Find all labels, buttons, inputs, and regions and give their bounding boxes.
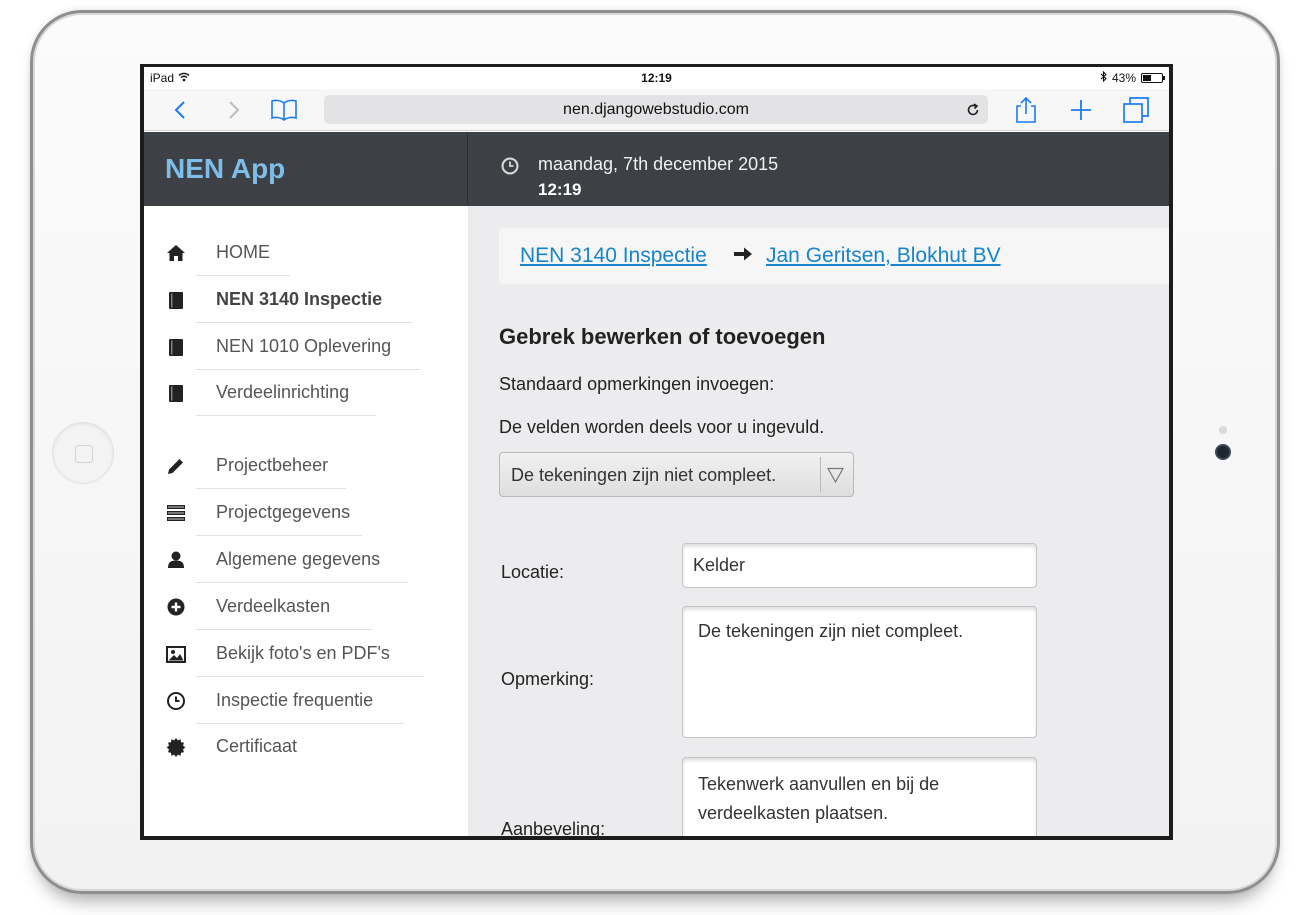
sidebar-item-certificaat[interactable]: Certificaat: [144, 724, 444, 770]
locatie-value: Kelder: [693, 555, 746, 575]
home-icon: [166, 243, 186, 263]
status-time: 12:19: [641, 71, 672, 85]
book-icon: [166, 337, 186, 357]
opmerking-field[interactable]: De tekeningen zijn niet compleet.: [682, 606, 1037, 738]
divider: [196, 322, 412, 323]
sidebar-item-label: Projectgegevens: [216, 502, 351, 522]
app-header: NEN App maandag, 7th december 2015 12:19: [144, 132, 1169, 206]
aanbeveling-label: Aanbeveling:: [501, 819, 606, 836]
divider: [196, 629, 372, 630]
divider: [196, 676, 424, 677]
divider: [196, 488, 346, 489]
chevron-left-icon: [174, 101, 185, 119]
light-sensor: [1219, 426, 1227, 434]
sidebar-item-verdeelkasten[interactable]: Verdeelkasten: [144, 584, 444, 630]
current-time: 12:19: [538, 180, 582, 199]
breadcrumb: NEN 3140 Inspectie Jan Geritsen, Blokhut…: [499, 228, 1169, 284]
battery-percent: 43%: [1111, 71, 1136, 85]
sidebar-item-label: Bekijk foto's en PDF's: [216, 643, 390, 663]
current-date: maandag, 7th december 2015: [538, 154, 779, 174]
screen: iPad 12:19 43% nen.djangowebstudio.com N…: [140, 64, 1173, 840]
brand-title: NEN App: [165, 153, 286, 184]
select-separator: [820, 457, 821, 492]
book-icon: [166, 383, 186, 403]
certificate-icon: [166, 737, 186, 757]
screen-content: iPad 12:19 43% nen.djangowebstudio.com N…: [144, 67, 1169, 836]
sidebar: HOME NEN 3140 Inspectie NEN 1010 Oplever…: [144, 206, 468, 836]
sidebar-item-nen1010[interactable]: NEN 1010 Oplevering: [144, 324, 444, 370]
plus-icon: [1071, 100, 1091, 120]
chevron-right-icon: [229, 101, 240, 119]
sidebar-item-label: Certificaat: [216, 736, 298, 756]
bookmarks-button[interactable]: [268, 95, 300, 125]
forward-button[interactable]: [224, 95, 244, 125]
tabs-button[interactable]: [1122, 95, 1150, 125]
user-icon: [166, 550, 186, 570]
main-content: NEN 3140 Inspectie Jan Geritsen, Blokhut…: [468, 206, 1169, 836]
divider: [196, 275, 290, 276]
locatie-field[interactable]: Kelder: [682, 543, 1037, 588]
sidebar-item-label: Inspectie frequentie: [216, 690, 374, 710]
home-button[interactable]: [52, 422, 114, 484]
divider: [196, 535, 362, 536]
list-icon: [166, 503, 186, 523]
sidebar-item-verdeelinrichting[interactable]: Verdeelinrichting: [144, 370, 444, 416]
sidebar-item-nen3140[interactable]: NEN 3140 Inspectie: [144, 277, 444, 323]
brand[interactable]: NEN App: [144, 132, 468, 206]
chevron-down-icon: [826, 467, 845, 488]
sidebar-item-inspectie-frequentie[interactable]: Inspectie frequentie: [144, 678, 444, 724]
sidebar-item-label: NEN 3140 Inspectie: [216, 289, 383, 309]
bluetooth-icon: [1100, 70, 1107, 85]
image-icon: [166, 644, 186, 664]
new-tab-button[interactable]: [1068, 95, 1094, 125]
sidebar-item-label: Projectbeheer: [216, 455, 329, 475]
sidebar-item-label: Algemene gegevens: [216, 549, 381, 569]
aanbeveling-value: Tekenwerk aanvullen en bij de verdeelkas…: [698, 774, 940, 823]
status-right: 43%: [1100, 70, 1165, 85]
pencil-icon: [166, 456, 186, 476]
plus-circle-icon: [166, 597, 186, 617]
browser-toolbar: nen.djangowebstudio.com: [144, 89, 1169, 131]
hint-text: De velden worden deels voor u ingevuld.: [499, 417, 825, 437]
arrow-right-icon: [733, 246, 753, 267]
intro-text: Standaard opmerkingen invoegen:: [499, 374, 775, 394]
tabs-icon: [1123, 97, 1149, 123]
sidebar-item-label: Verdeelinrichting: [216, 382, 350, 402]
opmerking-value: De tekeningen zijn niet compleet.: [698, 621, 964, 641]
sidebar-item-fotos-pdfs[interactable]: Bekijk foto's en PDF's: [144, 631, 444, 677]
select-value: De tekeningen zijn niet compleet.: [511, 465, 777, 485]
battery-fill: [1143, 75, 1151, 81]
sidebar-item-projectbeheer[interactable]: Projectbeheer: [144, 443, 444, 489]
book-icon: [166, 290, 186, 310]
divider: [196, 415, 376, 416]
breadcrumb-link-klant[interactable]: Jan Geritsen, Blokhut BV: [766, 244, 1001, 268]
status-bar: iPad 12:19 43%: [144, 67, 1169, 89]
clock-icon: [166, 691, 186, 711]
clock-icon: [500, 156, 520, 181]
share-button[interactable]: [1014, 95, 1038, 125]
sidebar-item-label: NEN 1010 Oplevering: [216, 336, 392, 356]
divider: [196, 582, 408, 583]
aanbeveling-field[interactable]: Tekenwerk aanvullen en bij de verdeelkas…: [682, 757, 1037, 836]
reload-icon: [967, 102, 979, 115]
camera-icon: [1215, 444, 1231, 460]
url-text: nen.djangowebstudio.com: [563, 101, 749, 118]
battery-icon: [1141, 73, 1165, 83]
sidebar-item-home[interactable]: HOME: [144, 230, 444, 276]
locatie-label: Locatie:: [501, 562, 565, 582]
home-button-square-icon: [75, 445, 93, 463]
sidebar-item-label: HOME: [216, 242, 270, 262]
bookmarks-icon: [271, 99, 297, 121]
sidebar-item-projectgegevens[interactable]: Projectgegevens: [144, 490, 444, 536]
reload-button[interactable]: [966, 95, 980, 124]
opmerking-label: Opmerking:: [501, 669, 595, 689]
share-icon: [1016, 96, 1036, 123]
sidebar-item-label: Verdeelkasten: [216, 596, 331, 616]
standard-remarks-select[interactable]: De tekeningen zijn niet compleet.: [499, 452, 854, 497]
back-button[interactable]: [170, 95, 190, 125]
sidebar-item-algemene-gegevens[interactable]: Algemene gegevens: [144, 537, 444, 583]
breadcrumb-link-inspectie[interactable]: NEN 3140 Inspectie: [520, 244, 707, 268]
url-bar[interactable]: nen.djangowebstudio.com: [324, 95, 988, 124]
page-title: Gebrek bewerken of toevoegen: [499, 324, 826, 349]
